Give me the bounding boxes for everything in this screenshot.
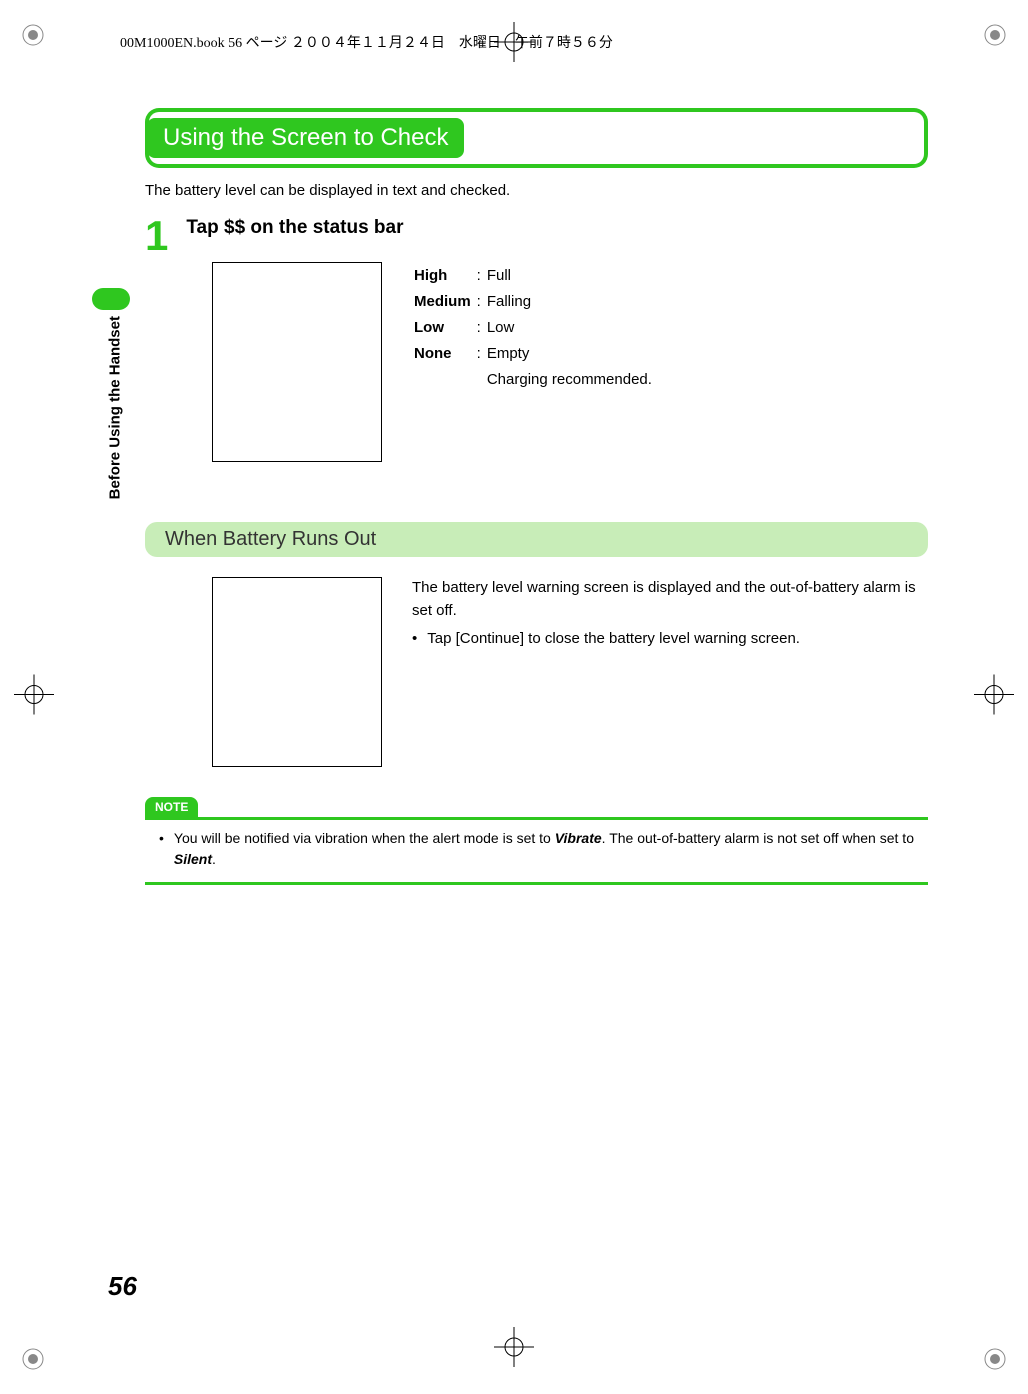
- crop-mark-icon: [18, 20, 48, 50]
- crop-mark-icon: [18, 1344, 48, 1374]
- note-box: NOTE • You will be notified via vibratio…: [145, 797, 928, 885]
- table-row: Medium:Falling: [414, 290, 656, 314]
- print-header: 00M1000EN.book 56 ページ ２００４年１１月２４日 水曜日 午前…: [120, 32, 613, 52]
- registration-mark-icon: [494, 1327, 534, 1372]
- crop-mark-icon: [980, 20, 1010, 50]
- screenshot-placeholder: [212, 262, 382, 462]
- page-content: Before Using the Handset Using the Scree…: [100, 108, 928, 1314]
- note-label: NOTE: [145, 797, 198, 817]
- step-title: Tap $$ on the status bar: [186, 217, 403, 239]
- table-row: Low:Low: [414, 316, 656, 340]
- page-number: 56: [108, 1271, 137, 1302]
- screenshot-legend-row: High:Full Medium:Falling Low:Low None:Em…: [212, 262, 928, 462]
- intro-text: The battery level can be displayed in te…: [145, 182, 928, 199]
- section-side-label: Before Using the Handset: [106, 316, 124, 499]
- step-row: 1 Tap $$ on the status bar: [145, 217, 928, 248]
- battery-legend-table: High:Full Medium:Falling Low:Low None:Em…: [412, 262, 658, 394]
- table-row: None:Empty: [414, 342, 656, 366]
- main-heading-text: Using the Screen to Check: [147, 118, 464, 158]
- registration-mark-icon: [974, 675, 1014, 720]
- registration-mark-icon: [14, 675, 54, 720]
- sub-heading-bar: When Battery Runs Out: [145, 522, 928, 557]
- crop-mark-icon: [980, 1344, 1010, 1374]
- main-heading-banner: Using the Screen to Check: [145, 108, 928, 168]
- battery-out-text: The battery level warning screen is disp…: [412, 577, 928, 651]
- sub-heading-text: When Battery Runs Out: [165, 528, 376, 550]
- table-row: Charging recommended.: [414, 368, 656, 392]
- section-tab-marker: [92, 288, 130, 310]
- table-row: High:Full: [414, 264, 656, 288]
- screenshot-paragraph-row: The battery level warning screen is disp…: [212, 577, 928, 767]
- screenshot-placeholder: [212, 577, 382, 767]
- note-body: • You will be notified via vibration whe…: [145, 817, 928, 885]
- step-number: 1: [145, 223, 168, 248]
